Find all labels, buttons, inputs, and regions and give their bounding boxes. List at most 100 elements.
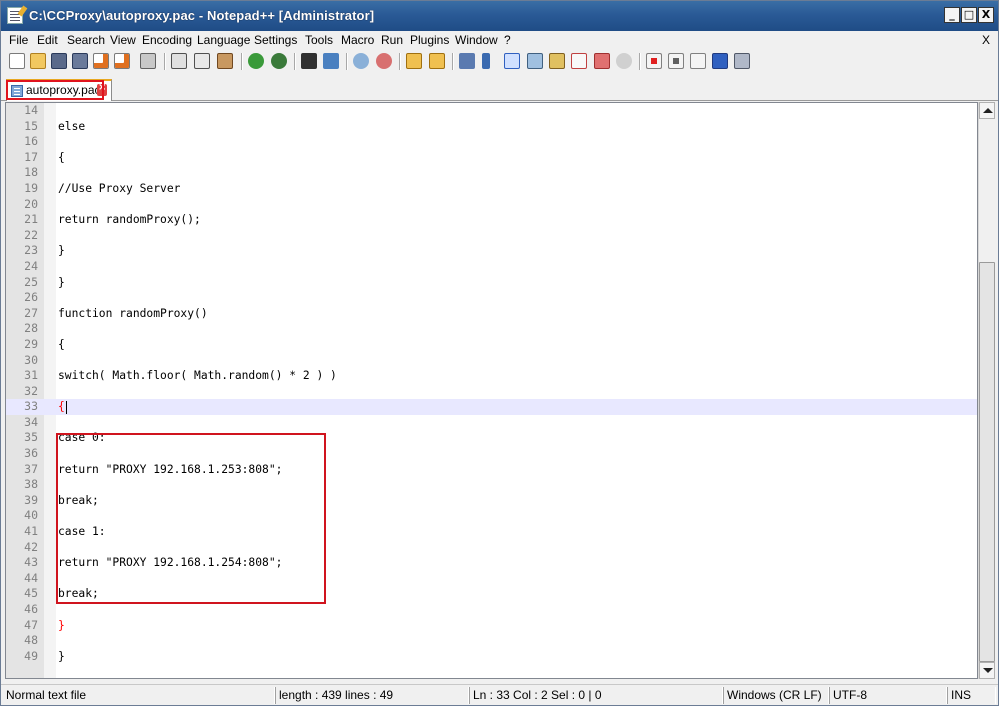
monitoring-icon[interactable]: [616, 53, 632, 69]
code-line[interactable]: 22: [6, 228, 977, 244]
save-icon[interactable]: [51, 53, 67, 69]
code-line[interactable]: 26: [6, 290, 977, 306]
code-line[interactable]: 33 {: [6, 399, 977, 415]
code-line[interactable]: 36: [6, 446, 977, 462]
code-line[interactable]: 24: [6, 259, 977, 275]
zoom-in-icon[interactable]: [353, 53, 369, 69]
code-line[interactable]: 48: [6, 633, 977, 649]
code-line[interactable]: 46: [6, 602, 977, 618]
code-line[interactable]: 43 return "PROXY 192.168.1.254:808";: [6, 555, 977, 571]
sync-vertical-icon[interactable]: [406, 53, 422, 69]
code-line[interactable]: 14: [6, 103, 977, 119]
word-wrap-icon[interactable]: [459, 53, 475, 69]
menu-run[interactable]: Run: [381, 33, 403, 47]
maximize-button[interactable]: □: [961, 7, 977, 23]
scroll-thumb[interactable]: [979, 262, 995, 662]
folder-workspace-icon[interactable]: [594, 53, 610, 69]
code-line[interactable]: 47}: [6, 618, 977, 634]
undo-icon[interactable]: [248, 53, 264, 69]
code-line[interactable]: 30: [6, 353, 977, 369]
code-line[interactable]: 35 case 0:: [6, 430, 977, 446]
code-line[interactable]: 45 break;: [6, 586, 977, 602]
scroll-down-arrow-icon[interactable]: [979, 662, 995, 679]
menu-window[interactable]: Window: [455, 33, 498, 47]
code-line[interactable]: 40: [6, 508, 977, 524]
stop-record-icon[interactable]: [668, 53, 684, 69]
find-icon[interactable]: [301, 53, 317, 69]
code-line[interactable]: 41 case 1:: [6, 524, 977, 540]
status-cursor-position: Ln : 33 Col : 2 Sel : 0 | 0: [469, 687, 723, 704]
code-line[interactable]: 20: [6, 197, 977, 213]
line-number: 14: [24, 103, 38, 117]
cut-icon[interactable]: [171, 53, 187, 69]
code-line[interactable]: 23}: [6, 243, 977, 259]
close-icon[interactable]: [93, 53, 109, 69]
minimize-button[interactable]: _: [944, 7, 960, 23]
menu-plugins[interactable]: Plugins: [410, 33, 449, 47]
code-line[interactable]: 38: [6, 477, 977, 493]
menu-tools[interactable]: Tools: [305, 33, 333, 47]
code-line[interactable]: 15 else: [6, 119, 977, 135]
doc-map-icon[interactable]: [549, 53, 565, 69]
copy-icon[interactable]: [194, 53, 210, 69]
toolbar: [1, 49, 998, 75]
code-line[interactable]: 39 break;: [6, 493, 977, 509]
function-list-icon[interactable]: [571, 53, 587, 69]
code-line[interactable]: 27 function randomProxy(): [6, 306, 977, 322]
open-file-icon[interactable]: [30, 53, 46, 69]
title-bar[interactable]: C:\CCProxy\autoproxy.pac - Notepad++ [Ad…: [1, 1, 998, 31]
line-text: }: [58, 275, 65, 289]
editor-area[interactable]: 14 15 else 16 17 {18 19 //Use Proxy Server 20 21 r…: [5, 102, 978, 679]
menu-view[interactable]: View: [110, 33, 136, 47]
close-all-icon[interactable]: [114, 53, 130, 69]
scroll-up-arrow-icon[interactable]: [979, 102, 995, 119]
code-line[interactable]: 25}: [6, 275, 977, 291]
paste-icon[interactable]: [217, 53, 233, 69]
code-line[interactable]: 44: [6, 571, 977, 587]
code-line[interactable]: 37 return "PROXY 192.168.1.253:808";: [6, 462, 977, 478]
line-number: 19: [24, 180, 38, 195]
record-macro-icon[interactable]: [646, 53, 662, 69]
close-window-button[interactable]: X: [978, 7, 994, 23]
save-macro-icon[interactable]: [734, 53, 750, 69]
replace-icon[interactable]: [323, 53, 339, 69]
line-text: }: [58, 244, 65, 258]
show-all-chars-icon[interactable]: [482, 53, 490, 69]
line-number: 44: [24, 570, 38, 585]
menu-help[interactable]: ?: [504, 33, 511, 47]
sync-horizontal-icon[interactable]: [429, 53, 445, 69]
code-line[interactable]: 29 {: [6, 337, 977, 353]
print-icon[interactable]: [140, 53, 156, 69]
text-caret: [65, 400, 67, 414]
play-macro-icon[interactable]: [690, 53, 706, 69]
code-line[interactable]: 42: [6, 540, 977, 556]
code-line[interactable]: 34: [6, 415, 977, 431]
line-number: 37: [24, 461, 38, 476]
menu-edit[interactable]: Edit: [37, 33, 58, 47]
code-line[interactable]: 18: [6, 165, 977, 181]
menu-file[interactable]: File: [9, 33, 28, 47]
new-file-icon[interactable]: [9, 53, 25, 69]
menu-macro[interactable]: Macro: [341, 33, 374, 47]
save-all-icon[interactable]: [72, 53, 88, 69]
line-text: return "PROXY 192.168.1.254:808";: [58, 556, 283, 570]
code-line[interactable]: 31 switch( Math.floor( Math.random() * 2 …: [6, 368, 977, 384]
user-lang-icon[interactable]: [527, 53, 543, 69]
code-line[interactable]: 17 {: [6, 150, 977, 166]
menu-search[interactable]: Search: [67, 33, 105, 47]
menu-language[interactable]: Language: [197, 33, 250, 47]
menu-encoding[interactable]: Encoding: [142, 33, 192, 47]
zoom-out-icon[interactable]: [376, 53, 392, 69]
code-line[interactable]: 19 //Use Proxy Server: [6, 181, 977, 197]
run-macro-multiple-icon[interactable]: [712, 53, 728, 69]
menu-settings[interactable]: Settings: [254, 33, 297, 47]
code-line[interactable]: 49}: [6, 649, 977, 665]
close-document-button[interactable]: X: [982, 33, 990, 47]
indent-guide-icon[interactable]: [504, 53, 520, 69]
vertical-scrollbar[interactable]: [978, 102, 995, 679]
code-line[interactable]: 16: [6, 134, 977, 150]
code-line[interactable]: 28: [6, 321, 977, 337]
code-line[interactable]: 21 return randomProxy();: [6, 212, 977, 228]
redo-icon[interactable]: [271, 53, 287, 69]
code-line[interactable]: 32: [6, 384, 977, 400]
